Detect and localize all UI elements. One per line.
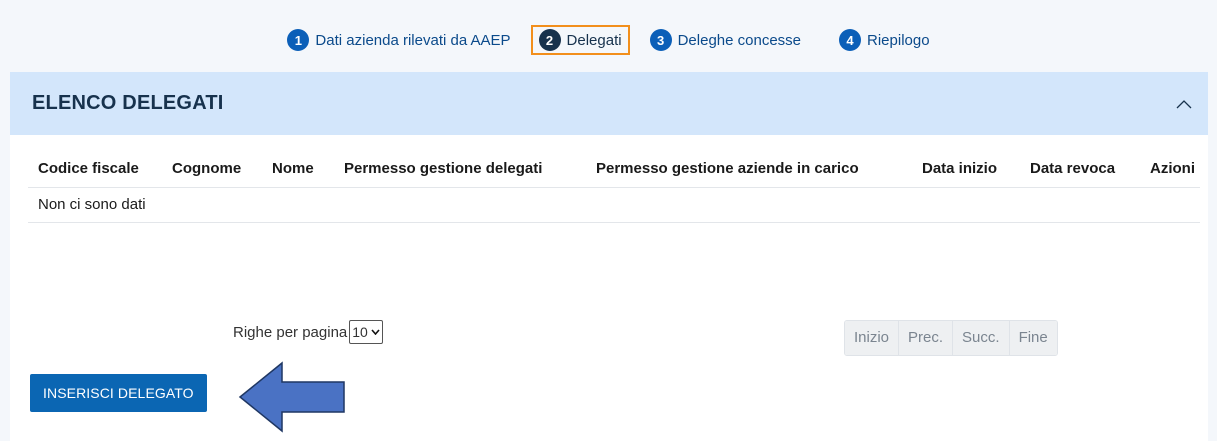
empty-message: Non ci sono dati [28, 187, 1200, 223]
delegati-panel: ELENCO DELEGATI Codice fiscale Cognome N… [10, 72, 1208, 441]
step-number: 4 [839, 29, 862, 51]
column-header-nome[interactable]: Nome [262, 160, 334, 188]
rows-per-page-label: Righe per pagina [233, 323, 348, 341]
pagination-last-button[interactable]: Fine [1008, 321, 1057, 355]
table-row: Non ci sono dati [28, 187, 1200, 223]
rows-per-page-select[interactable]: 10 [349, 320, 383, 344]
step-label: Riepilogo [867, 31, 930, 49]
chevron-up-icon[interactable] [1174, 94, 1194, 114]
pagination-prev-button[interactable]: Prec. [898, 321, 953, 355]
column-header-permesso-aziende[interactable]: Permesso gestione aziende in carico [586, 160, 912, 188]
panel-title: ELENCO DELEGATI [32, 92, 224, 114]
delegati-table: Codice fiscale Cognome Nome Permesso ges… [28, 160, 1200, 223]
stepper: 1 Dati azienda rilevati da AAEP 2 Delega… [0, 20, 1217, 60]
step-label: Delegati [566, 31, 622, 49]
step-dati-azienda[interactable]: 1 Dati azienda rilevati da AAEP [281, 25, 516, 55]
chevron-down-icon [371, 327, 380, 338]
step-number: 2 [538, 29, 561, 51]
column-header-codice-fiscale[interactable]: Codice fiscale [28, 160, 162, 188]
rows-per-page: Righe per pagina 10 [233, 320, 383, 344]
pagination-first-button[interactable]: Inizio [845, 321, 899, 355]
step-label: Dati azienda rilevati da AAEP [315, 31, 511, 49]
arrow-left-icon [238, 361, 345, 433]
rows-per-page-value: 10 [352, 324, 368, 340]
pagination-next-button[interactable]: Succ. [952, 321, 1009, 355]
insert-delegato-button[interactable]: INSERISCI DELEGATO [30, 374, 207, 412]
column-header-azioni: Azioni [1140, 160, 1200, 188]
step-number: 3 [649, 29, 672, 51]
table-header-row: Codice fiscale Cognome Nome Permesso ges… [28, 160, 1200, 188]
step-riepilogo[interactable]: 4 Riepilogo [833, 25, 936, 55]
step-label: Deleghe concesse [677, 31, 802, 49]
step-delegati[interactable]: 2 Delegati [530, 25, 630, 55]
panel-header[interactable]: ELENCO DELEGATI [10, 72, 1208, 135]
column-header-cognome[interactable]: Cognome [162, 160, 262, 188]
step-deleghe-concesse[interactable]: 3 Deleghe concesse [644, 25, 807, 55]
column-header-data-inizio[interactable]: Data inizio [912, 160, 1020, 188]
column-header-permesso-delegati[interactable]: Permesso gestione delegati [334, 160, 586, 188]
step-number: 1 [287, 29, 310, 51]
pagination: Inizio Prec. Succ. Fine [844, 320, 1058, 356]
column-header-data-revoca[interactable]: Data revoca [1020, 160, 1140, 188]
